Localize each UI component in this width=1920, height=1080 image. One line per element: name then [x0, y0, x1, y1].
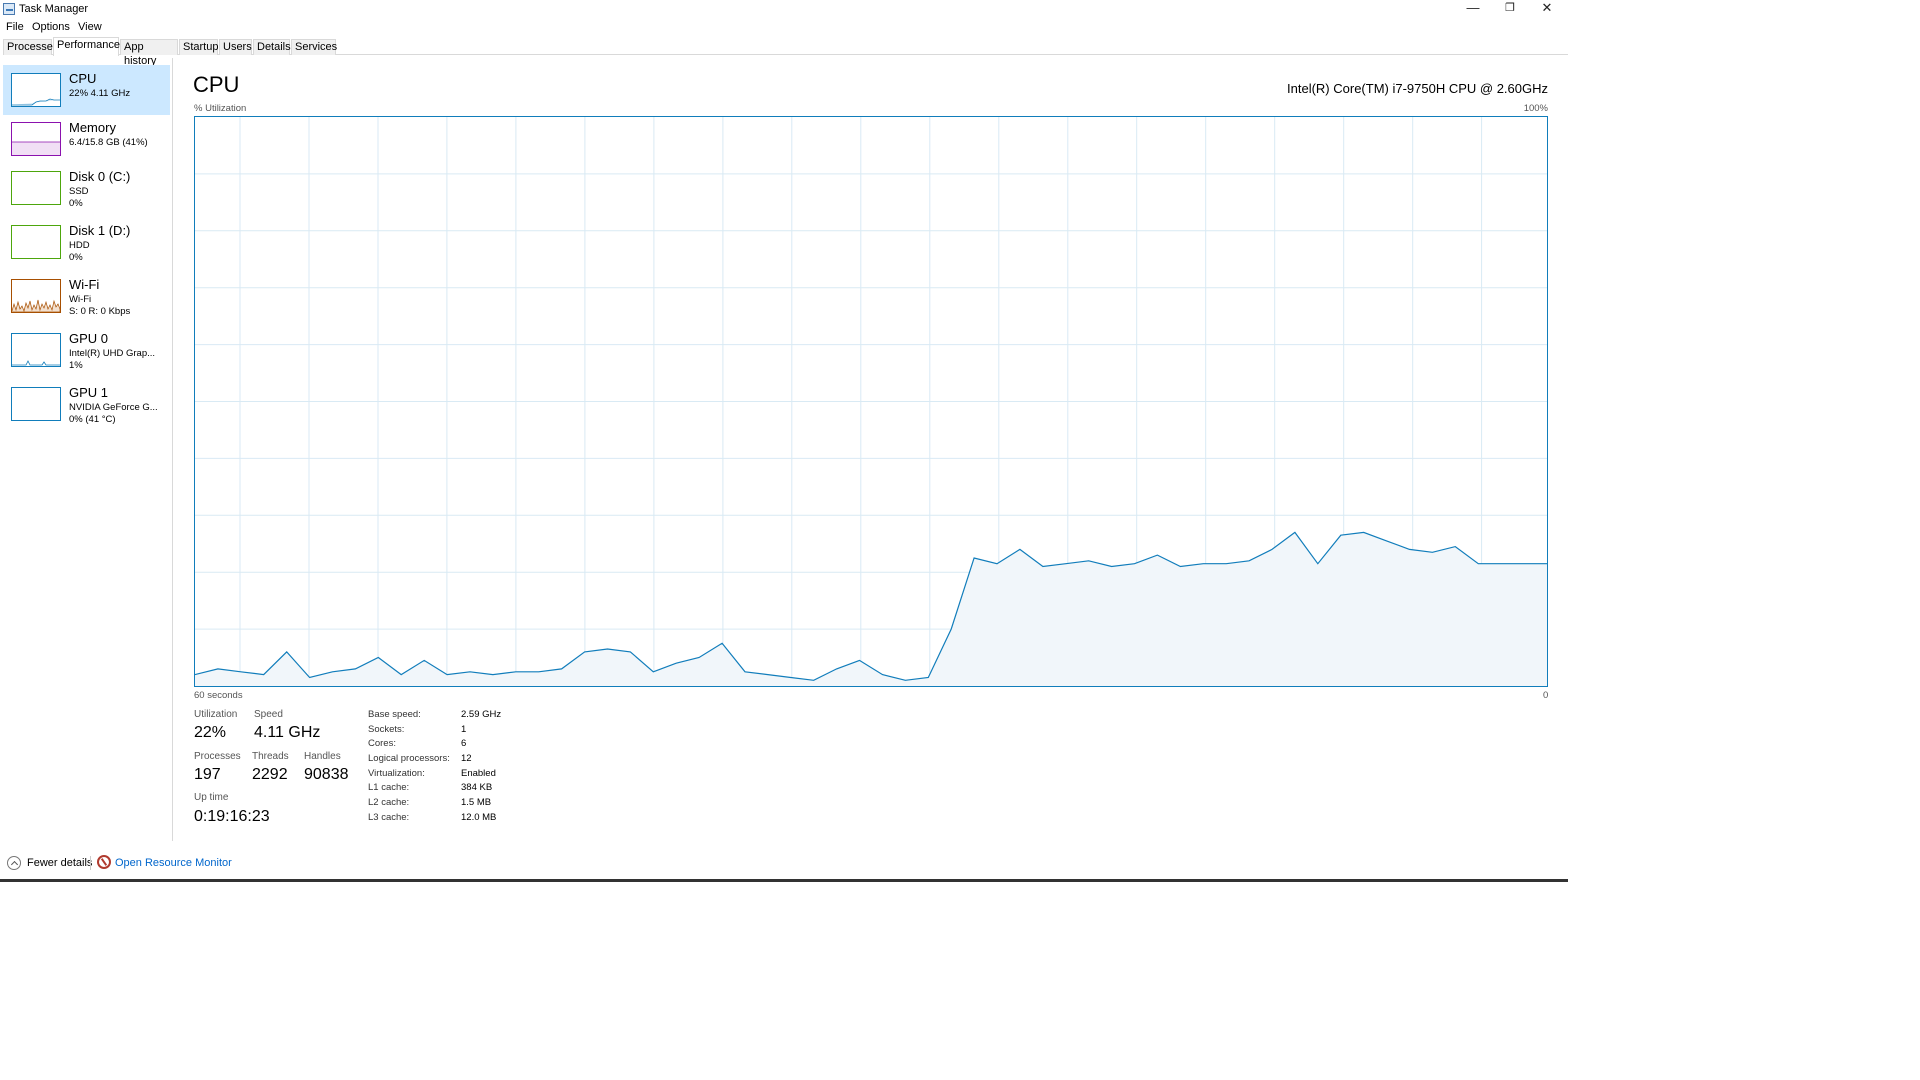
tab-processes[interactable]: Processes	[3, 39, 58, 55]
spec-value: 2.59 GHz	[461, 709, 502, 720]
sidebar-item-memory[interactable]: Memory 6.4/15.8 GB (41%)	[3, 114, 170, 164]
cpu-thumbnail	[11, 73, 61, 107]
sidebar-item-disk-1[interactable]: Disk 1 (D:) HDD 0%	[3, 217, 170, 267]
sidebar-item-cpu[interactable]: CPU 22% 4.11 GHz	[3, 65, 170, 115]
speed-label: Speed	[254, 709, 283, 720]
sidebar-item-detail: 1%	[69, 360, 83, 371]
handles-label: Handles	[304, 751, 341, 762]
sidebar-item-gpu-0[interactable]: GPU 0 Intel(R) UHD Grap... 1%	[3, 325, 170, 375]
tab-services[interactable]: Services	[291, 39, 337, 55]
tab-strip: Processes Performance App history Startu…	[3, 37, 1568, 67]
sidebar-item-label: Wi-Fi	[69, 277, 100, 292]
menu-options[interactable]: Options	[32, 21, 70, 33]
spec-label: L1 cache:	[368, 782, 410, 793]
sidebar-item-type: Wi-Fi	[69, 294, 92, 305]
spec-label: L3 cache:	[368, 812, 410, 823]
spec-label: Base speed:	[368, 709, 421, 720]
tab-startup[interactable]: Startup	[179, 39, 218, 55]
processes-value: 197	[194, 766, 221, 783]
spec-value: 6	[461, 738, 467, 749]
processes-label: Processes	[194, 751, 241, 762]
cpu-utilization-graph	[194, 116, 1548, 687]
gpu-0-thumbnail	[11, 333, 61, 367]
fewer-details-link[interactable]: Fewer details	[27, 857, 92, 869]
sidebar-item-detail: 0% (41 °C)	[69, 414, 116, 425]
spec-value: 384 KB	[461, 782, 493, 793]
uptime-value: 0:19:16:23	[194, 808, 270, 825]
sidebar-item-label: Disk 1 (D:)	[69, 223, 131, 238]
spec-value: Enabled	[461, 768, 496, 779]
minimize-button[interactable]: —	[1454, 0, 1492, 18]
uptime-label: Up time	[194, 792, 229, 803]
gpu-1-thumbnail	[11, 387, 61, 421]
tab-details[interactable]: Details	[253, 39, 291, 55]
performance-sidebar: CPU 22% 4.11 GHz Memory 6.4/15.8 GB (41%…	[3, 58, 173, 841]
spec-label: Cores:	[368, 738, 396, 749]
disk-0-thumbnail	[11, 171, 61, 205]
threads-label: Threads	[252, 751, 289, 762]
open-resource-monitor-link[interactable]: Open Resource Monitor	[115, 857, 232, 869]
spec-value: 1	[461, 724, 467, 735]
tab-app-history[interactable]: App history	[120, 39, 178, 67]
close-button[interactable]: ✕	[1528, 0, 1566, 18]
cpu-chart-svg	[195, 117, 1547, 686]
sidebar-item-wifi[interactable]: Wi-Fi Wi-Fi S: 0 R: 0 Kbps	[3, 271, 170, 321]
footer: Fewer details Open Resource Monitor	[0, 851, 1568, 882]
time-axis-label: 60 seconds	[194, 690, 243, 701]
restore-button[interactable]: ❐	[1491, 0, 1529, 18]
cpu-usage-area	[195, 532, 1547, 686]
window-bottom-edge	[0, 879, 1568, 882]
cpu-model-name: Intel(R) Core(TM) i7-9750H CPU @ 2.60GHz	[1287, 81, 1548, 96]
tab-users[interactable]: Users	[219, 39, 252, 55]
menu-file[interactable]: File	[6, 21, 24, 33]
page-title: CPU	[193, 72, 240, 97]
sidebar-item-type: NVIDIA GeForce G...	[69, 402, 158, 413]
menu-view[interactable]: View	[78, 21, 102, 33]
memory-thumbnail	[11, 122, 61, 156]
threads-value: 2292	[252, 766, 288, 783]
sidebar-item-detail: 0%	[69, 252, 83, 263]
sidebar-item-label: Memory	[69, 120, 116, 135]
sidebar-item-detail: 0%	[69, 198, 83, 209]
sidebar-item-label: GPU 1	[69, 385, 109, 400]
spec-value: 1.5 MB	[461, 797, 492, 808]
max-percent-label: 100%	[1523, 103, 1548, 114]
sidebar-item-label: GPU 0	[69, 331, 109, 346]
menu-bar: File Options View	[0, 19, 1568, 36]
sidebar-item-type: Intel(R) UHD Grap...	[69, 348, 156, 359]
title-bar: Task Manager — ❐ ✕	[0, 0, 1568, 19]
task-manager-icon	[3, 3, 15, 15]
tab-performance[interactable]: Performance	[53, 37, 120, 56]
sidebar-item-label: CPU	[69, 71, 97, 86]
spec-label: Logical processors:	[368, 753, 450, 764]
handles-value: 90838	[304, 766, 349, 783]
disk-1-thumbnail	[11, 225, 61, 259]
chevron-up-icon[interactable]	[7, 856, 21, 870]
spec-label: Virtualization:	[368, 768, 425, 779]
footer-divider	[90, 856, 91, 870]
sidebar-item-detail: S: 0 R: 0 Kbps	[69, 306, 131, 317]
wifi-thumbnail	[11, 279, 61, 313]
spec-label: L2 cache:	[368, 797, 410, 808]
resource-monitor-icon[interactable]	[97, 855, 111, 869]
sidebar-item-detail: 6.4/15.8 GB (41%)	[69, 137, 148, 148]
sidebar-item-type: SSD	[69, 186, 89, 197]
sidebar-item-detail: 22% 4.11 GHz	[69, 88, 131, 99]
speed-value: 4.11 GHz	[254, 724, 321, 741]
spec-label: Sockets:	[368, 724, 405, 735]
sidebar-item-label: Disk 0 (C:)	[69, 169, 131, 184]
utilization-axis-label: % Utilization	[194, 103, 247, 114]
sidebar-item-gpu-1[interactable]: GPU 1 NVIDIA GeForce G... 0% (41 °C)	[3, 379, 170, 429]
sidebar-item-disk-0[interactable]: Disk 0 (C:) SSD 0%	[3, 163, 170, 213]
utilization-value: 22%	[194, 724, 227, 741]
spec-value: 12.0 MB	[461, 812, 497, 823]
time-axis-zero: 0	[1543, 690, 1549, 701]
spec-value: 12	[461, 753, 472, 764]
utilization-label: Utilization	[194, 709, 238, 720]
window-title: Task Manager	[19, 3, 89, 15]
sidebar-item-type: HDD	[69, 240, 90, 251]
